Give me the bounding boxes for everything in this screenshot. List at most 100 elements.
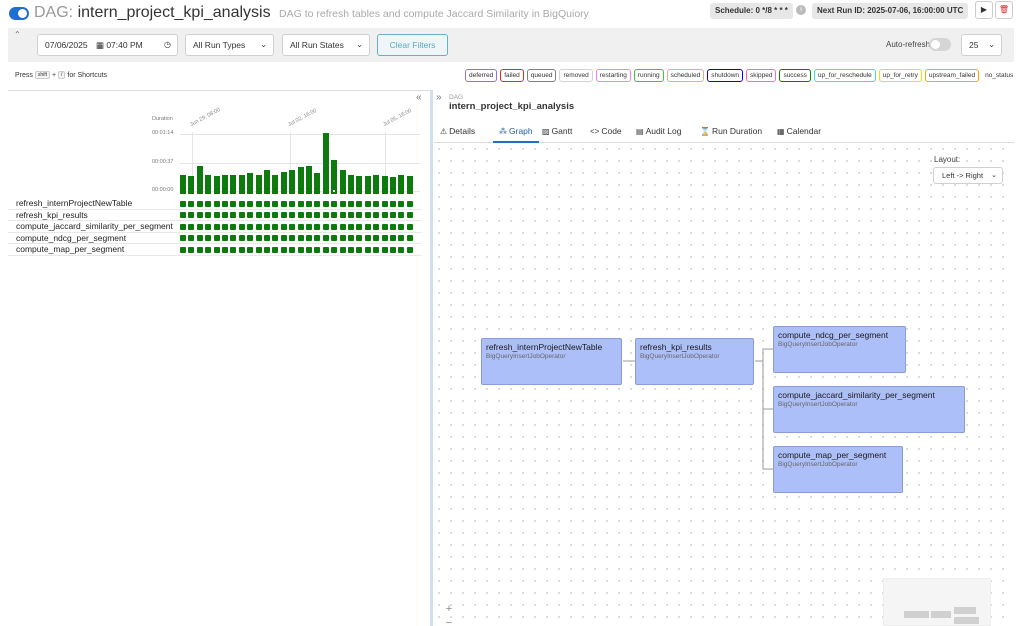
legend-up-for-reschedule[interactable]: up_for_reschedule [813,69,876,82]
task-row[interactable]: compute_map_per_segment [8,244,422,256]
task-instance-square[interactable] [289,200,296,207]
task-instance-square[interactable] [373,200,380,207]
task-instance-square[interactable] [213,223,220,230]
duration-bar[interactable] [381,176,388,194]
duration-bar[interactable] [356,176,363,194]
task-instance-square[interactable] [406,246,413,253]
task-instance-square[interactable] [314,223,321,230]
task-instance-square[interactable] [213,246,220,253]
duration-bar[interactable] [238,175,245,194]
task-instance-square[interactable] [322,200,329,207]
task-instance-square[interactable] [238,223,245,230]
task-name[interactable]: refresh_internProjectNewTable [16,198,132,209]
task-instance-square[interactable] [247,235,254,241]
task-instance-square[interactable] [364,235,371,241]
graph-minimap[interactable] [883,578,991,626]
task-instance-square[interactable] [322,223,329,230]
task-instance-square[interactable] [348,212,354,218]
duration-bar[interactable] [180,174,186,194]
task-instance-square[interactable] [238,246,245,253]
task-instance-square[interactable] [390,212,396,218]
collapse-grid-icon[interactable]: « [416,92,422,103]
legend-up-for-retry[interactable]: up_for_retry [878,69,922,82]
task-instance-square[interactable] [280,223,287,230]
task-instance-square[interactable] [331,200,338,207]
task-instance-square[interactable] [398,223,405,230]
task-instance-square[interactable] [289,212,296,218]
duration-bar[interactable] [289,170,296,194]
tab-details[interactable]: ⚠ Details [440,121,475,143]
task-instance-square[interactable] [356,212,363,218]
task-row[interactable]: compute_jaccard_similarity_per_segment [8,221,422,233]
task-instance-square[interactable] [314,200,321,207]
date-time-input[interactable]: 07/06/2025 ▦ 07:40 PM ◷ [37,34,178,56]
duration-bar[interactable] [322,133,329,194]
task-instance-square[interactable] [255,246,262,253]
legend-failed[interactable]: failed [500,69,524,82]
task-instance-square[interactable] [390,246,396,253]
task-instance-square[interactable] [381,200,388,207]
tab-calendar[interactable]: ▦ Calendar [777,121,821,143]
task-instance-square[interactable] [188,223,195,230]
task-instance-square[interactable] [205,246,212,253]
task-instance-square[interactable] [230,246,237,253]
task-instance-square[interactable] [390,200,396,207]
duration-bar[interactable] [314,172,321,194]
legend-skipped[interactable]: skipped [746,69,777,82]
task-instance-square[interactable] [406,200,413,207]
task-instance-square[interactable] [247,212,254,218]
task-instance-square[interactable] [339,200,346,207]
legend-removed[interactable]: removed [559,69,593,82]
task-instance-square[interactable] [381,246,388,253]
tab-graph[interactable]: ⁂ Graph [493,121,539,143]
task-instance-square[interactable] [180,223,186,230]
task-instance-square[interactable] [322,235,329,241]
duration-bar[interactable] [398,175,405,194]
task-instance-square[interactable] [247,200,254,207]
task-instance-square[interactable] [356,235,363,241]
task-instance-square[interactable] [348,235,354,241]
task-instance-square[interactable] [222,212,228,218]
task-instance-square[interactable] [331,246,338,253]
task-instance-square[interactable] [339,223,346,230]
dag-pause-toggle[interactable] [9,7,29,20]
task-instance-square[interactable] [196,200,203,207]
task-instance-square[interactable] [289,223,296,230]
task-instance-square[interactable] [306,212,312,218]
task-instance-square[interactable] [339,246,346,253]
task-instance-square[interactable] [196,246,203,253]
task-instance-square[interactable] [322,246,329,253]
tab-audit-log[interactable]: ▤ Audit Log [636,121,681,143]
task-instance-square[interactable] [280,235,287,241]
task-instance-square[interactable] [230,200,237,207]
task-instance-square[interactable] [348,200,354,207]
task-row[interactable]: compute_ndcg_per_segment [8,233,422,244]
duration-bar[interactable] [205,174,212,194]
duration-bar[interactable] [306,165,312,194]
task-instance-square[interactable] [230,223,237,230]
duration-bar[interactable] [331,159,338,194]
legend-success[interactable]: success [779,69,811,82]
task-instance-square[interactable] [196,223,203,230]
task-instance-square[interactable] [264,223,270,230]
task-instance-square[interactable] [255,212,262,218]
task-instance-square[interactable] [196,212,203,218]
legend-deferred[interactable]: deferred [465,69,498,82]
duration-bar[interactable] [280,172,287,194]
task-instance-square[interactable] [230,235,237,241]
page-size-select[interactable]: 25 ⌄ [961,34,1002,56]
auto-refresh-toggle[interactable] [929,38,951,51]
task-name[interactable]: refresh_kpi_results [16,210,88,221]
task-instance-square[interactable] [188,246,195,253]
task-instance-square[interactable] [213,235,220,241]
task-node[interactable]: refresh_kpi_results BigQueryInsertJobOper… [635,338,754,385]
layout-select[interactable]: Left -> Right ⌄ [933,167,1003,184]
task-instance-square[interactable] [339,235,346,241]
duration-bar[interactable] [364,176,371,194]
task-instance-square[interactable] [364,200,371,207]
task-instance-square[interactable] [297,246,304,253]
task-instance-square[interactable] [222,246,228,253]
task-instance-square[interactable] [373,246,380,253]
task-node[interactable]: compute_jaccard_similarity_per_segment Bi… [773,386,965,433]
task-instance-square[interactable] [238,235,245,241]
